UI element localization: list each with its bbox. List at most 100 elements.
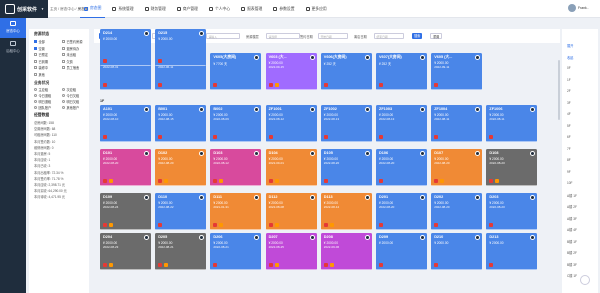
breadcrumb-path[interactable]: 主页 / 房态中心 / <box>50 7 78 11</box>
filter-input[interactable]: 请输入 <box>206 33 240 39</box>
room-card[interactable]: V603 (大... ¥ 2000.00 2022-09-15 <box>265 53 317 90</box>
floor-index-item[interactable]: 0F <box>567 66 571 70</box>
type-radio[interactable]: 主应租 <box>34 87 48 92</box>
room-card[interactable]: ZF1004 ¥ 2000.00 2022-08-11 <box>431 105 483 142</box>
settings-fab-icon[interactable] <box>580 275 590 285</box>
type-radio[interactable]: 明日欠租 <box>62 99 79 104</box>
floor-index-item[interactable]: 4F <box>567 112 571 116</box>
room-card[interactable]: D205 ¥ 2000.00 2022-08-21 <box>155 233 207 270</box>
nav-item[interactable]: 参数设置 <box>269 0 298 18</box>
leftbar-item[interactable]: 后租中心 <box>0 38 26 58</box>
room-card[interactable]: D206 ¥ 2000.00 2022-08-21 <box>210 233 262 270</box>
status-checkbox[interactable]: 空置 <box>34 46 45 51</box>
floor-index-item[interactable]: B楼 1F <box>567 239 577 244</box>
room-card[interactable]: V606(大房间) ¥ 252 天 <box>320 53 372 90</box>
room-card[interactable]: ZF1003 ¥ 2000.00 2022-08-13 <box>376 105 427 142</box>
status-checkbox[interactable]: 全部 <box>34 39 45 44</box>
user-menu[interactable]: Frank.. <box>568 4 596 14</box>
room-card[interactable]: V607(大房间) ¥ 252 天 <box>376 53 427 90</box>
search-button[interactable]: 搜索 <box>412 33 423 39</box>
room-card[interactable]: D108 ¥ 2000.00 2022-08-20 <box>486 149 538 186</box>
floor-index-item[interactable]: B楼 3F <box>567 262 577 267</box>
floor-index-item[interactable]: A楼 4F <box>567 227 577 232</box>
filter-input[interactable]: 结束日期 <box>374 33 404 39</box>
status-checkbox[interactable]: 已到期 <box>34 59 48 64</box>
room-card[interactable]: ZF1002 ¥ 2000.00 2022-08-13 <box>320 105 372 142</box>
room-card[interactable]: D215 ¥ 2000.00 <box>155 29 207 66</box>
room-card[interactable]: D109 ¥ 2000.00 2022-08-24 <box>100 193 151 230</box>
nav-item[interactable]: 系统管理 <box>108 0 137 18</box>
room-card[interactable]: D103 ¥ 2000.00 2022-08-12 <box>210 149 262 186</box>
room-card[interactable]: D207 ¥ 2000.00 2022-08-25 <box>265 233 317 270</box>
floor-index-item[interactable]: 6F <box>567 135 571 139</box>
room-card[interactable]: ZF1006 ¥ 2000.00 2022-08-11 <box>486 105 538 142</box>
floor-index-item[interactable]: A楼 2F <box>567 204 577 209</box>
status-checkbox[interactable]: 装修中 <box>34 65 48 70</box>
type-radio[interactable]: 团队账户 <box>34 105 51 110</box>
floor-index-item[interactable]: A楼 3F <box>567 216 577 221</box>
room-card[interactable]: D105 ¥ 2000.00 2022-08-20 <box>320 149 372 186</box>
nav-item[interactable]: 商户管理 <box>173 0 202 18</box>
filter-input[interactable]: 开始日期 <box>318 33 348 39</box>
floor-index-item[interactable]: 3F <box>567 101 571 105</box>
room-card[interactable]: D214 ¥ 2000.00 <box>100 29 151 66</box>
floor-index-item[interactable]: 5F <box>567 124 571 128</box>
room-card[interactable]: D203 ¥ 2000.00 2022-08-20 <box>486 193 538 230</box>
status-checkbox[interactable]: 已预定 <box>34 52 48 57</box>
floor-index-item[interactable]: 收起 <box>567 55 573 60</box>
type-radio[interactable]: 今日欠租 <box>62 93 79 98</box>
room-card[interactable]: B002 ¥ 2000.00 2022-08-09 <box>210 105 262 142</box>
room-card[interactable]: D202 ¥ 2000.00 2022-08-20 <box>431 193 483 230</box>
status-checkbox[interactable]: 其他 <box>34 72 45 77</box>
floor-index-item[interactable]: 10F <box>567 181 573 185</box>
room-card[interactable]: V605(大房间) ¥ 7700 天 <box>210 53 262 90</box>
floor-index-item[interactable]: C楼 1F <box>567 273 577 278</box>
leftbar-item[interactable]: 房态中心 <box>0 18 26 38</box>
room-card[interactable]: D111 ¥ 2000.00 2021-01-31 <box>210 193 262 230</box>
room-card[interactable]: V605 (大... ¥ 2000.00 2022-09-11 <box>431 53 483 90</box>
type-radio[interactable]: 次应租 <box>62 87 76 92</box>
nav-item[interactable]: 更多应用 <box>302 0 331 18</box>
status-checkbox[interactable]: 退房待办 <box>62 46 79 51</box>
nav-item[interactable]: 财务管理 <box>141 0 170 18</box>
floor-index-item[interactable]: 1F <box>567 78 571 82</box>
room-card[interactable]: D204 ¥ 2000.00 2022-08-23 <box>100 233 151 270</box>
room-card[interactable]: B001 ¥ 2000.00 2022-08-15 <box>155 105 207 142</box>
nav-item[interactable]: 报表管理 <box>237 0 266 18</box>
filter-input[interactable]: 请选择 <box>266 33 300 39</box>
room-card[interactable]: ZF1001 ¥ 2000.00 2022-08-12 <box>265 105 317 142</box>
room-card[interactable]: D104 ¥ 2000.00 2022-09-01 <box>265 149 317 186</box>
floor-index-item[interactable]: 8F <box>567 158 571 162</box>
floor-index-item[interactable]: 9F <box>567 170 571 174</box>
type-radio[interactable]: 明日退租 <box>34 99 51 104</box>
floor-index-item[interactable]: A楼 1F <box>567 193 577 198</box>
floor-index-item[interactable]: 2F <box>567 89 571 93</box>
reset-button[interactable]: 重置 <box>430 33 443 39</box>
room-card[interactable]: D209 ¥ 2000.00 <box>376 233 427 270</box>
status-checkbox[interactable]: 未出租 <box>62 52 76 57</box>
status-checkbox[interactable]: 欠费 <box>62 59 73 64</box>
type-radio[interactable]: 今日退租 <box>34 93 51 98</box>
room-card[interactable]: D102 ¥ 2000.00 2022-08-20 <box>155 149 207 186</box>
room-card[interactable]: D210 ¥ 2000.00 <box>431 233 483 270</box>
room-card[interactable]: D208 ¥ 2000.00 2022-09-06 <box>320 233 372 270</box>
floor-index-item[interactable]: 7F <box>567 147 571 151</box>
room-card[interactable]: D113 ¥ 2000.00 2022-08-12 <box>320 193 372 230</box>
room-card[interactable]: D106 ¥ 2000.00 2022-08-20 <box>376 149 427 186</box>
floor-index-item[interactable]: 展开 <box>567 43 573 48</box>
room-card[interactable]: D201 ¥ 2000.00 2022-08-20 <box>376 193 427 230</box>
chevron-down-icon[interactable]: ▼ <box>41 7 44 11</box>
nav-item[interactable]: 个人中心 <box>205 0 234 18</box>
status-checkbox[interactable]: 员工宿舍 <box>62 65 79 70</box>
room-card[interactable]: D112 ¥ 2000.00 2022-08-08 <box>265 193 317 230</box>
status-checkbox[interactable]: 已签约房源 <box>62 39 82 44</box>
nav-item[interactable]: 房态图 <box>80 0 106 18</box>
room-card[interactable]: D213 ¥ 2000.00 <box>486 233 538 270</box>
room-card[interactable]: D101 ¥ 2000.00 2022-08-20 <box>100 149 151 186</box>
scrollbar[interactable] <box>558 60 560 120</box>
room-card[interactable]: D110 ¥ 2000.00 2022-08-22 <box>155 193 207 230</box>
room-card[interactable]: D107 ¥ 2000.00 2022-08-20 <box>431 149 483 186</box>
floor-index-item[interactable]: B楼 2F <box>567 250 577 255</box>
room-card[interactable]: A101 ¥ 2000.00 2022-08-10 <box>100 105 151 142</box>
type-radio[interactable]: 其他账户 <box>62 105 79 110</box>
